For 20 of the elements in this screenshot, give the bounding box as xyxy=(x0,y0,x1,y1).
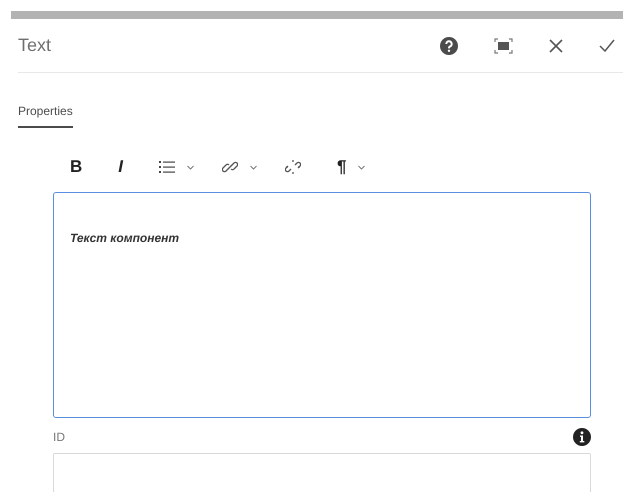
fullscreen-icon[interactable] xyxy=(494,38,513,54)
caret-icon[interactable] xyxy=(250,164,258,170)
link-icon[interactable] xyxy=(222,159,238,175)
rich-text-editor[interactable]: Текст компонент xyxy=(53,192,591,418)
editor-text: Текст компонент xyxy=(70,231,180,245)
properties-tab[interactable]: Properties xyxy=(18,98,73,128)
check-icon[interactable] xyxy=(599,39,615,52)
list-icon[interactable] xyxy=(159,160,176,174)
caret-icon[interactable] xyxy=(358,164,366,170)
field-label: ID xyxy=(53,430,65,444)
bold-button[interactable]: B xyxy=(70,157,82,177)
close-icon[interactable] xyxy=(549,38,563,52)
input-field[interactable] xyxy=(53,453,591,492)
italic-button[interactable]: I xyxy=(118,157,124,177)
dialog-title: Text xyxy=(18,35,52,56)
paragraph-button[interactable]: ¶ xyxy=(337,157,346,177)
info-icon[interactable] xyxy=(573,428,591,446)
help-icon[interactable] xyxy=(440,36,458,54)
caret-icon[interactable] xyxy=(187,164,194,170)
unlink-icon[interactable] xyxy=(285,159,302,175)
